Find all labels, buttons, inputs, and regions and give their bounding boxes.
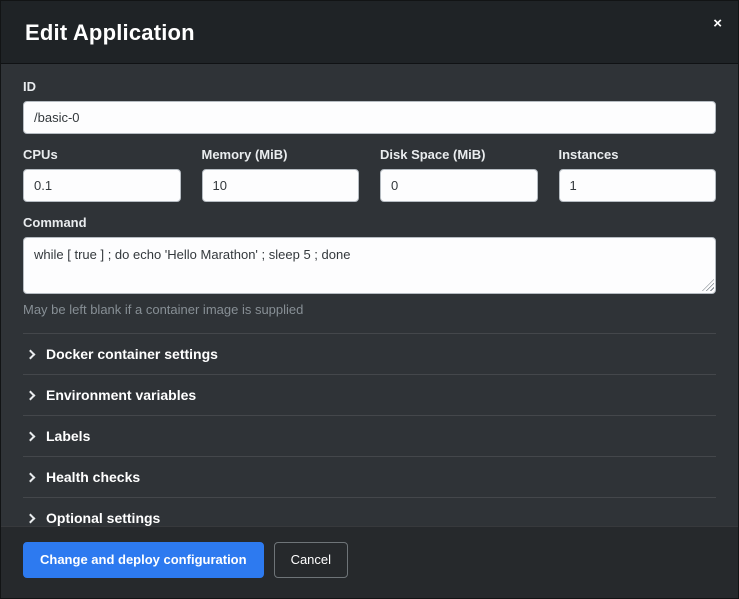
edit-application-modal: Edit Application × ID CPUs Memory (MiB) … [0, 0, 739, 599]
disk-label: Disk Space (MiB) [380, 147, 538, 162]
section-environment-variables[interactable]: Environment variables [23, 374, 716, 415]
section-label: Health checks [46, 469, 140, 485]
modal-footer: Change and deploy configuration Cancel [1, 526, 738, 598]
section-label: Labels [46, 428, 90, 444]
id-label: ID [23, 79, 716, 94]
section-label: Docker container settings [46, 346, 218, 362]
command-textarea-wrap: while [ true ] ; do echo 'Hello Marathon… [23, 237, 716, 294]
modal-header: Edit Application × [1, 1, 738, 64]
command-label: Command [23, 215, 716, 230]
change-and-deploy-button[interactable]: Change and deploy configuration [23, 542, 264, 578]
instances-input[interactable] [559, 169, 717, 202]
disk-input[interactable] [380, 169, 538, 202]
memory-input[interactable] [202, 169, 360, 202]
command-help-text: May be left blank if a container image i… [23, 302, 716, 317]
cpus-input[interactable] [23, 169, 181, 202]
cpus-field-group: CPUs [23, 147, 181, 202]
section-optional-settings[interactable]: Optional settings [23, 497, 716, 526]
section-label: Environment variables [46, 387, 196, 403]
collapsible-sections: Docker container settings Environment va… [23, 333, 716, 526]
command-field-group: Command while [ true ] ; do echo 'Hello … [23, 215, 716, 317]
id-field-group: ID [23, 79, 716, 134]
section-docker-container-settings[interactable]: Docker container settings [23, 333, 716, 374]
chevron-right-icon [26, 513, 36, 523]
chevron-right-icon [26, 390, 36, 400]
memory-field-group: Memory (MiB) [202, 147, 360, 202]
cpus-label: CPUs [23, 147, 181, 162]
memory-label: Memory (MiB) [202, 147, 360, 162]
chevron-right-icon [26, 349, 36, 359]
close-icon[interactable]: × [713, 16, 722, 31]
chevron-right-icon [26, 431, 36, 441]
instances-field-group: Instances [559, 147, 717, 202]
id-input[interactable] [23, 101, 716, 134]
instances-label: Instances [559, 147, 717, 162]
modal-body: ID CPUs Memory (MiB) Disk Space (MiB) In… [1, 64, 738, 526]
command-input[interactable]: while [ true ] ; do echo 'Hello Marathon… [23, 237, 716, 294]
section-labels[interactable]: Labels [23, 415, 716, 456]
section-label: Optional settings [46, 510, 160, 526]
cancel-button[interactable]: Cancel [274, 542, 348, 578]
chevron-right-icon [26, 472, 36, 482]
modal-title: Edit Application [25, 20, 714, 46]
disk-field-group: Disk Space (MiB) [380, 147, 538, 202]
resources-row: CPUs Memory (MiB) Disk Space (MiB) Insta… [23, 147, 716, 202]
section-health-checks[interactable]: Health checks [23, 456, 716, 497]
